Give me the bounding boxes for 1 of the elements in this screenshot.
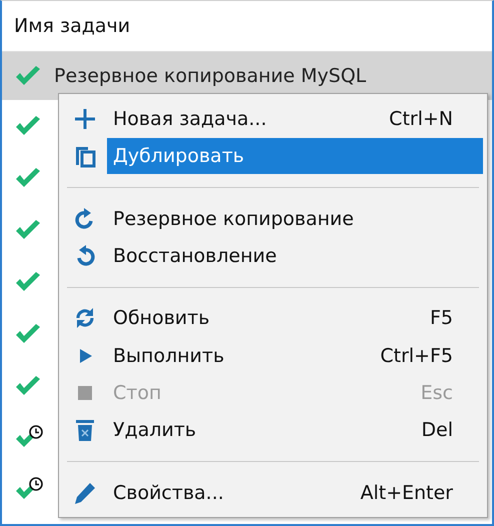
task-name: Резервное копирование MySQL [54, 65, 366, 87]
